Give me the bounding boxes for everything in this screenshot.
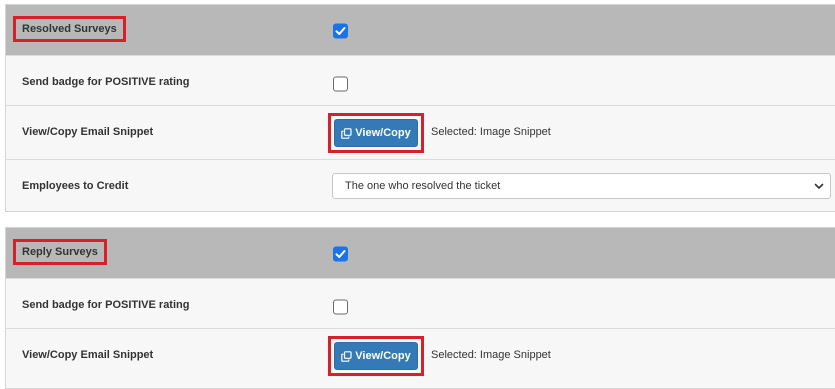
resolved-view-copy-button[interactable]: View/Copy xyxy=(334,119,418,147)
copy-icon xyxy=(341,350,352,362)
resolved-snippet-selected: Selected: Image Snippet xyxy=(431,126,551,138)
resolved-credit-label: Employees to Credit xyxy=(22,180,129,192)
copy-icon xyxy=(341,127,352,139)
employees-to-credit-select[interactable]: The one who resolved the ticket xyxy=(332,173,831,199)
resolved-badge-label: Send badge for POSITIVE rating xyxy=(22,76,190,88)
resolved-snippet-highlight: View/Copy xyxy=(328,113,424,153)
resolved-surveys-header: Resolved Surveys xyxy=(6,5,835,55)
checkmark-icon xyxy=(335,250,346,258)
resolved-surveys-title: Resolved Surveys xyxy=(13,16,126,42)
reply-badge-label: Send badge for POSITIVE rating xyxy=(22,299,190,311)
reply-badge-row: Send badge for POSITIVE rating xyxy=(6,278,835,329)
reply-view-copy-label: View/Copy xyxy=(355,350,411,362)
resolved-badge-checkbox[interactable] xyxy=(333,76,348,92)
reply-badge-checkbox[interactable] xyxy=(333,299,348,315)
reply-surveys-header: Reply Surveys xyxy=(6,228,835,278)
reply-surveys-panel: Reply Surveys Send badge for POSITIVE ra… xyxy=(5,227,835,389)
reply-snippet-row: View/Copy Email Snippet View/Copy Select… xyxy=(6,328,835,389)
resolved-credit-row: Employees to Credit The one who resolved… xyxy=(6,159,835,212)
reply-snippet-label: View/Copy Email Snippet xyxy=(22,349,154,361)
reply-snippet-highlight: View/Copy xyxy=(328,336,424,376)
reply-surveys-title: Reply Surveys xyxy=(13,239,107,265)
resolved-view-copy-label: View/Copy xyxy=(355,127,411,139)
checkmark-icon xyxy=(335,27,346,35)
reply-view-copy-button[interactable]: View/Copy xyxy=(334,342,418,370)
resolved-badge-row: Send badge for POSITIVE rating xyxy=(6,55,835,106)
resolved-surveys-panel: Resolved Surveys Send badge for POSITIVE… xyxy=(5,4,835,212)
resolved-snippet-label: View/Copy Email Snippet xyxy=(22,126,154,138)
reply-snippet-selected: Selected: Image Snippet xyxy=(431,349,551,361)
resolved-snippet-row: View/Copy Email Snippet View/Copy Select… xyxy=(6,105,835,160)
chevron-down-icon xyxy=(814,183,824,189)
resolved-surveys-enabled-checkbox[interactable] xyxy=(333,23,348,39)
reply-surveys-enabled-checkbox[interactable] xyxy=(333,246,348,262)
employees-to-credit-value: The one who resolved the ticket xyxy=(345,180,501,192)
